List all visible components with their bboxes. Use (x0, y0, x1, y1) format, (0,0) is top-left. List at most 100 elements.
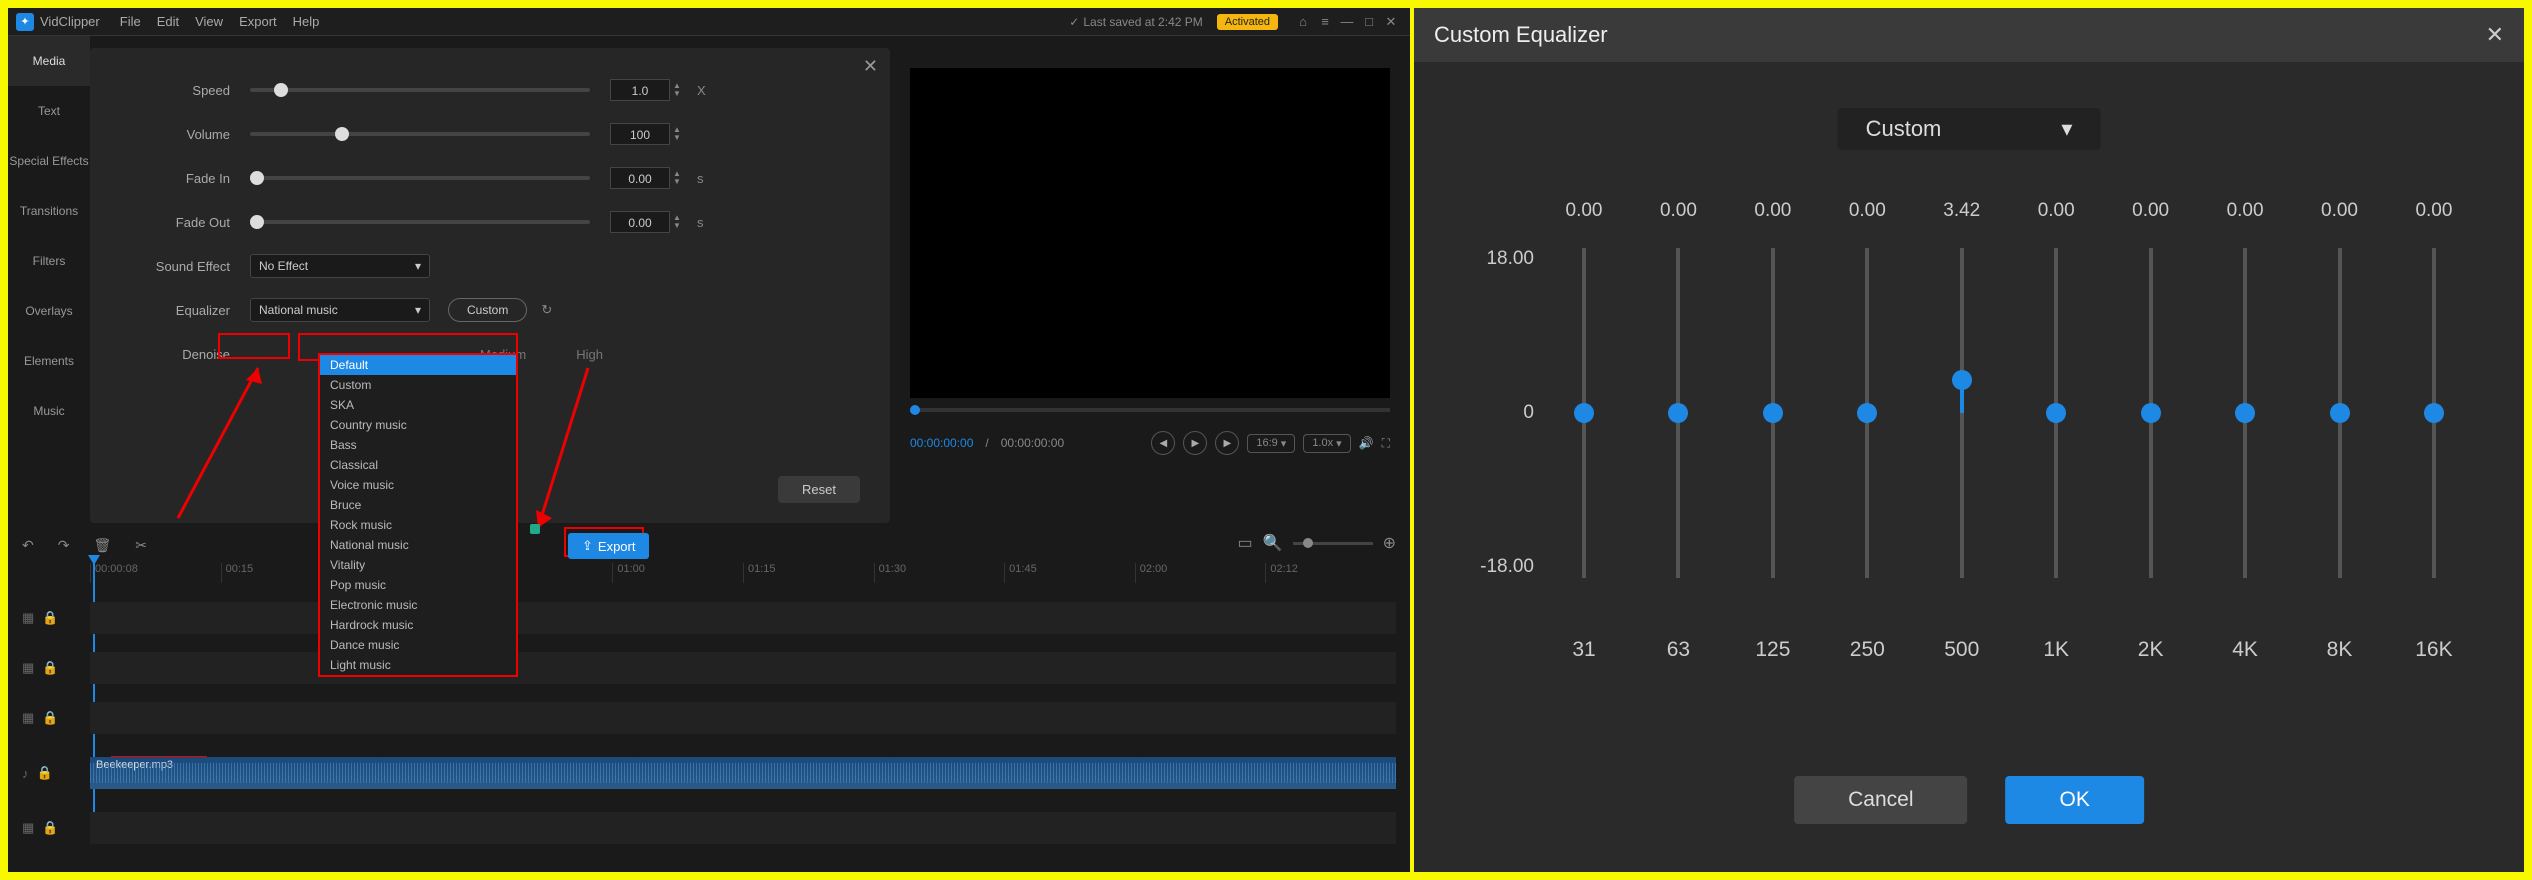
eq-preset-select[interactable]: Custom ▾ (1838, 108, 2101, 150)
sidebar-tab-elements[interactable]: Elements (8, 336, 90, 386)
equalizer-option[interactable]: Classical (320, 455, 516, 475)
marker-icon[interactable]: ▭ (1238, 533, 1253, 553)
track-body[interactable] (90, 812, 1396, 844)
zoom-fit-icon[interactable]: ⊕ (1383, 533, 1396, 553)
menu-export[interactable]: Export (239, 14, 277, 29)
equalizer-option[interactable]: Bruce (320, 495, 516, 515)
eq-band-slider[interactable] (2121, 248, 2181, 578)
menu-help[interactable]: Help (293, 14, 320, 29)
zoom-slider[interactable] (1293, 542, 1373, 545)
equalizer-custom-button[interactable]: Custom (448, 298, 527, 322)
video-track-body[interactable] (90, 602, 1396, 634)
eq-band-slider[interactable] (2310, 248, 2370, 578)
dialog-close-icon[interactable]: ✕ (2486, 22, 2504, 48)
aspect-select[interactable]: 16:9▾ (1247, 434, 1295, 453)
delete-icon[interactable]: 🗑 (93, 537, 111, 554)
speed-value[interactable]: 1.0 (610, 79, 670, 101)
equalizer-dropdown-list[interactable]: DefaultCustomSKACountry musicBassClassic… (318, 353, 518, 677)
soundeffect-select[interactable]: No Effect ▾ (250, 254, 430, 278)
split-icon[interactable]: ✂ (135, 537, 147, 554)
eq-band-value: 0.00 (2121, 200, 2181, 222)
mute-icon[interactable]: 🔊 (1359, 436, 1374, 450)
video-track-body[interactable] (90, 702, 1396, 734)
volume-value[interactable]: 100 (610, 123, 670, 145)
cancel-button[interactable]: Cancel (1794, 776, 1967, 824)
sidebar-tab-filters[interactable]: Filters (8, 236, 90, 286)
fadeout-stepper[interactable]: ▲▼ (673, 211, 687, 233)
sidebar-tab-media[interactable]: Media (8, 36, 90, 86)
fadeout-slider[interactable] (250, 220, 590, 224)
equalizer-option[interactable]: Voice music (320, 475, 516, 495)
maximize-icon[interactable]: □ (1358, 14, 1380, 29)
panel-close-icon[interactable]: ✕ (863, 56, 878, 77)
equalizer-option[interactable]: National music (320, 535, 516, 555)
export-icon: ⇪ (582, 538, 593, 554)
equalizer-option[interactable]: Country music (320, 415, 516, 435)
zoom-out-icon[interactable]: 🔍 (1263, 533, 1283, 553)
denoise-option-high[interactable]: High (576, 347, 603, 362)
audio-track-body[interactable]: Beekeeper.mp3 (90, 757, 1396, 789)
eq-band-slider[interactable] (1932, 248, 1992, 578)
equalizer-option[interactable]: Electronic music (320, 595, 516, 615)
eq-band-slider[interactable] (2026, 248, 2086, 578)
playback-speed-select[interactable]: 1.0x▾ (1303, 434, 1350, 453)
speed-stepper[interactable]: ▲▼ (673, 79, 687, 101)
play-button[interactable]: ▶ (1183, 431, 1207, 455)
lock-icon[interactable]: 🔒 (42, 660, 58, 676)
sidebar-tab-special-effects[interactable]: Special Effects (8, 136, 90, 186)
audio-clip[interactable]: Beekeeper.mp3 (90, 757, 1396, 789)
volume-slider[interactable] (250, 132, 590, 136)
equalizer-select[interactable]: National music ▾ (250, 298, 430, 322)
fadein-value[interactable]: 0.00 (610, 167, 670, 189)
time-ruler[interactable]: 00:00:0800:1500:3000:4501:0001:1501:3001… (90, 563, 1396, 583)
next-frame-button[interactable]: ▶ (1215, 431, 1239, 455)
equalizer-option[interactable]: Rock music (320, 515, 516, 535)
menu-edit[interactable]: Edit (157, 14, 179, 29)
eq-band-slider[interactable] (1554, 248, 1614, 578)
reset-button[interactable]: Reset (778, 476, 860, 503)
prev-frame-button[interactable]: ◀ (1151, 431, 1175, 455)
redo-icon[interactable]: ↷ (58, 537, 70, 554)
speed-slider[interactable] (250, 88, 590, 92)
minimize-icon[interactable]: — (1336, 14, 1358, 29)
lock-icon[interactable]: 🔒 (42, 710, 58, 726)
fadeout-value[interactable]: 0.00 (610, 211, 670, 233)
close-icon[interactable]: ✕ (1380, 14, 1402, 30)
equalizer-option[interactable]: Light music (320, 655, 516, 675)
undo-icon[interactable]: ↶ (22, 537, 34, 554)
fullscreen-icon[interactable]: ⛶ (1382, 436, 1390, 451)
video-track-body[interactable] (90, 652, 1396, 684)
lock-icon[interactable]: 🔒 (37, 765, 53, 781)
eq-band-slider[interactable] (1743, 248, 1803, 578)
equalizer-option[interactable]: Dance music (320, 635, 516, 655)
equalizer-reset-icon[interactable]: ↻ (541, 302, 552, 318)
home-icon[interactable]: ⌂ (1292, 14, 1314, 29)
preview-scrubber-thumb[interactable] (910, 405, 920, 415)
preview-scrubber[interactable] (910, 408, 1390, 412)
equalizer-option[interactable]: Default (320, 355, 516, 375)
eq-band-slider[interactable] (1648, 248, 1708, 578)
equalizer-option[interactable]: SKA (320, 395, 516, 415)
eq-band-slider[interactable] (1837, 248, 1897, 578)
menu-view[interactable]: View (195, 14, 223, 29)
equalizer-option[interactable]: Bass (320, 435, 516, 455)
equalizer-option[interactable]: Custom (320, 375, 516, 395)
fadein-stepper[interactable]: ▲▼ (673, 167, 687, 189)
sidebar-tab-text[interactable]: Text (8, 86, 90, 136)
lock-icon[interactable]: 🔒 (42, 820, 58, 836)
equalizer-option[interactable]: Vitality (320, 555, 516, 575)
eq-band-slider[interactable] (2215, 248, 2275, 578)
equalizer-option[interactable]: Pop music (320, 575, 516, 595)
equalizer-option[interactable]: Hardrock music (320, 615, 516, 635)
sidebar-tab-transitions[interactable]: Transitions (8, 186, 90, 236)
menu-file[interactable]: File (120, 14, 141, 29)
lock-icon[interactable]: 🔒 (42, 610, 58, 626)
eq-band-slider[interactable] (2404, 248, 2464, 578)
sidebar-tab-music[interactable]: Music (8, 386, 90, 436)
settings-icon[interactable]: ≡ (1314, 14, 1336, 29)
sidebar-tab-overlays[interactable]: Overlays (8, 286, 90, 336)
ok-button[interactable]: OK (2006, 776, 2144, 824)
volume-stepper[interactable]: ▲▼ (673, 123, 687, 145)
fadein-slider[interactable] (250, 176, 590, 180)
export-button[interactable]: ⇪ Export (568, 533, 649, 559)
